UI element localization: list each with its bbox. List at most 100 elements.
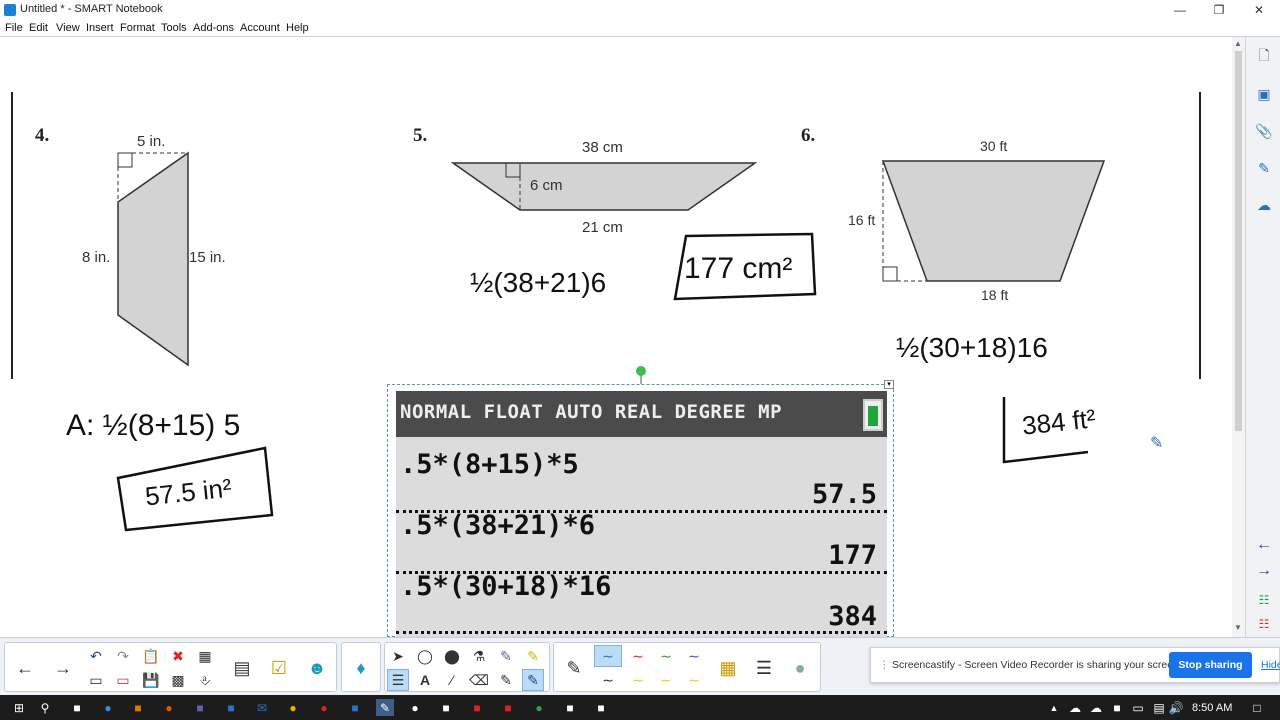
menu-help[interactable]: Help (286, 22, 309, 34)
response-button[interactable]: ☑ (261, 646, 297, 690)
teams-icon[interactable]: ■ (191, 699, 209, 716)
stop-sharing-button[interactable]: Stop sharing (1169, 652, 1252, 678)
tray-app-icon[interactable]: ■ (1108, 699, 1126, 716)
remove-page-button[interactable]: ▭ (112, 669, 134, 691)
paint-bucket-button[interactable]: ⚗ (468, 645, 490, 667)
gallery-icon[interactable]: ▣ (1253, 83, 1275, 105)
menu-insert[interactable]: Insert (86, 22, 114, 34)
pen-style-blue[interactable]: ∼ (594, 645, 622, 667)
menu-format[interactable]: Format (120, 22, 155, 34)
search-icon[interactable]: ⚲ (36, 699, 54, 716)
pen-tool-button[interactable]: ✎ (495, 669, 517, 691)
notifications-icon[interactable]: □ (1248, 699, 1266, 716)
attachments-icon[interactable]: 📎 (1253, 120, 1275, 142)
app-icon-17[interactable]: ■ (561, 699, 579, 716)
app-icon-18[interactable]: ■ (592, 699, 610, 716)
table-button[interactable]: ▦ (194, 645, 216, 667)
add-page-icon[interactable]: ☷ (1253, 589, 1275, 611)
previous-page-button[interactable]: ← (7, 646, 43, 690)
app-icon-1[interactable]: ■ (68, 699, 86, 716)
menu-view[interactable]: View (56, 22, 80, 34)
next-page-button[interactable]: → (45, 646, 81, 690)
windows-start-icon[interactable]: ⊞ (10, 699, 28, 716)
drag-handle-icon[interactable]: ⋮ (879, 659, 890, 671)
menu-account[interactable]: Account (240, 22, 280, 34)
tray-chevron-icon[interactable]: ▲ (1045, 699, 1063, 716)
delete-page-icon[interactable]: ☷ (1253, 613, 1275, 635)
pen-type-button[interactable]: ✎ (556, 646, 592, 690)
app-icon-4[interactable]: ● (160, 699, 178, 716)
app-icon-6[interactable]: ■ (222, 699, 240, 716)
menu-file[interactable]: File (5, 22, 23, 34)
highlighter-button[interactable]: ✎ (522, 645, 544, 667)
next-page-icon[interactable]: → (1253, 560, 1275, 582)
color-palette-button[interactable]: ▦ (710, 646, 746, 690)
onedrive-icon[interactable]: ☁ (1066, 699, 1084, 716)
pen-style-purple[interactable]: ∼ (680, 645, 708, 667)
app-icon-16[interactable]: ● (530, 699, 548, 716)
app-icon-12[interactable]: ● (406, 699, 424, 716)
file-explorer-icon[interactable]: ■ (129, 699, 147, 716)
close-button[interactable]: ✕ (1245, 1, 1273, 19)
menu-addons[interactable]: Add-ons (193, 22, 234, 34)
volume-icon[interactable]: 🔊 (1167, 699, 1185, 716)
previous-page-icon[interactable]: ← (1253, 534, 1275, 556)
page-sorter-icon[interactable]: 🗋 (1253, 46, 1275, 68)
menu-edit[interactable]: Edit (29, 22, 48, 34)
activity-builder-button[interactable]: ☻ (299, 646, 335, 690)
addon-puzzle-button[interactable]: ♦ (343, 646, 379, 690)
handwriting-button[interactable]: ⎀ (194, 669, 216, 691)
screen-shade-button[interactable]: ▩ (167, 669, 189, 691)
scroll-thumb[interactable] (1235, 51, 1242, 431)
add-page-button[interactable]: ▭ (85, 669, 107, 691)
magic-pen-button[interactable]: ✎ (495, 645, 517, 667)
measure-tool-button[interactable]: ☰ (387, 669, 409, 691)
menu-tools[interactable]: Tools (161, 22, 187, 34)
maximize-button[interactable]: ❐ (1205, 1, 1233, 19)
addons-icon[interactable]: ☁ (1253, 194, 1275, 216)
pen-style-yellow-2[interactable]: ∼ (652, 669, 680, 691)
scroll-down-icon[interactable]: ▼ (1234, 623, 1242, 632)
eraser-button[interactable]: ⌫ (468, 669, 490, 691)
battery-tray-icon[interactable]: ▭ (1129, 699, 1147, 716)
pen-style-red[interactable]: ∼ (624, 645, 652, 667)
line-style-button[interactable]: ☰ (746, 646, 782, 690)
screen-capture-button[interactable]: ▤ (224, 646, 260, 690)
redo-button[interactable]: ↷ (112, 645, 134, 667)
paste-button[interactable]: 📋 (140, 645, 162, 667)
side-panel: 🗋 ▣ 📎 ✎ ☁ ← → ☷ ☷ (1245, 37, 1280, 637)
undo-button[interactable]: ↶ (85, 645, 107, 667)
object-menu-icon[interactable]: ▾ (884, 380, 894, 389)
network-icon[interactable]: ▤ (1150, 699, 1168, 716)
app-icon-9[interactable]: ● (315, 699, 333, 716)
shape-tool-button[interactable]: ◯ (414, 645, 436, 667)
pen-style-green[interactable]: ∼ (652, 645, 680, 667)
pen-style-yellow-3[interactable]: ∼ (680, 669, 708, 691)
transparency-button[interactable]: ● (782, 646, 818, 690)
app-icon-14[interactable]: ■ (468, 699, 486, 716)
smart-notebook-taskbar-icon[interactable]: ✎ (376, 699, 394, 716)
line-tool-button[interactable]: ∕ (441, 669, 463, 691)
app-icon-15[interactable]: ■ (499, 699, 517, 716)
minimize-button[interactable]: — (1166, 1, 1194, 19)
calculator-image[interactable]: NORMAL FLOAT AUTO REAL DEGREE MP .5*(8+1… (387, 380, 894, 638)
edge-icon[interactable]: ● (99, 699, 117, 716)
active-pen-button[interactable]: ✎ (522, 669, 544, 691)
hide-link[interactable]: Hide (1261, 659, 1280, 671)
select-tool-button[interactable]: ➤ (387, 645, 409, 667)
scroll-up-icon[interactable]: ▲ (1234, 39, 1242, 48)
save-button[interactable]: 💾 (140, 669, 162, 691)
chrome-icon[interactable]: ● (284, 699, 302, 716)
clock[interactable]: 8:50 AM (1192, 702, 1232, 714)
delete-button[interactable]: ✖ (167, 645, 189, 667)
text-tool-button[interactable]: A (414, 669, 436, 691)
mail-icon[interactable]: ✉ (253, 699, 271, 716)
cloud-icon[interactable]: ☁ (1087, 699, 1105, 716)
app-icon-10[interactable]: ■ (346, 699, 364, 716)
vertical-scrollbar[interactable]: ▲ ▼ (1232, 37, 1245, 637)
fill-tool-button[interactable]: ⬤ (441, 645, 463, 667)
properties-icon[interactable]: ✎ (1253, 157, 1275, 179)
pen-style-black[interactable]: ∼ (594, 669, 622, 691)
app-icon-13[interactable]: ■ (437, 699, 455, 716)
pen-style-yellow[interactable]: ∼ (624, 669, 652, 691)
